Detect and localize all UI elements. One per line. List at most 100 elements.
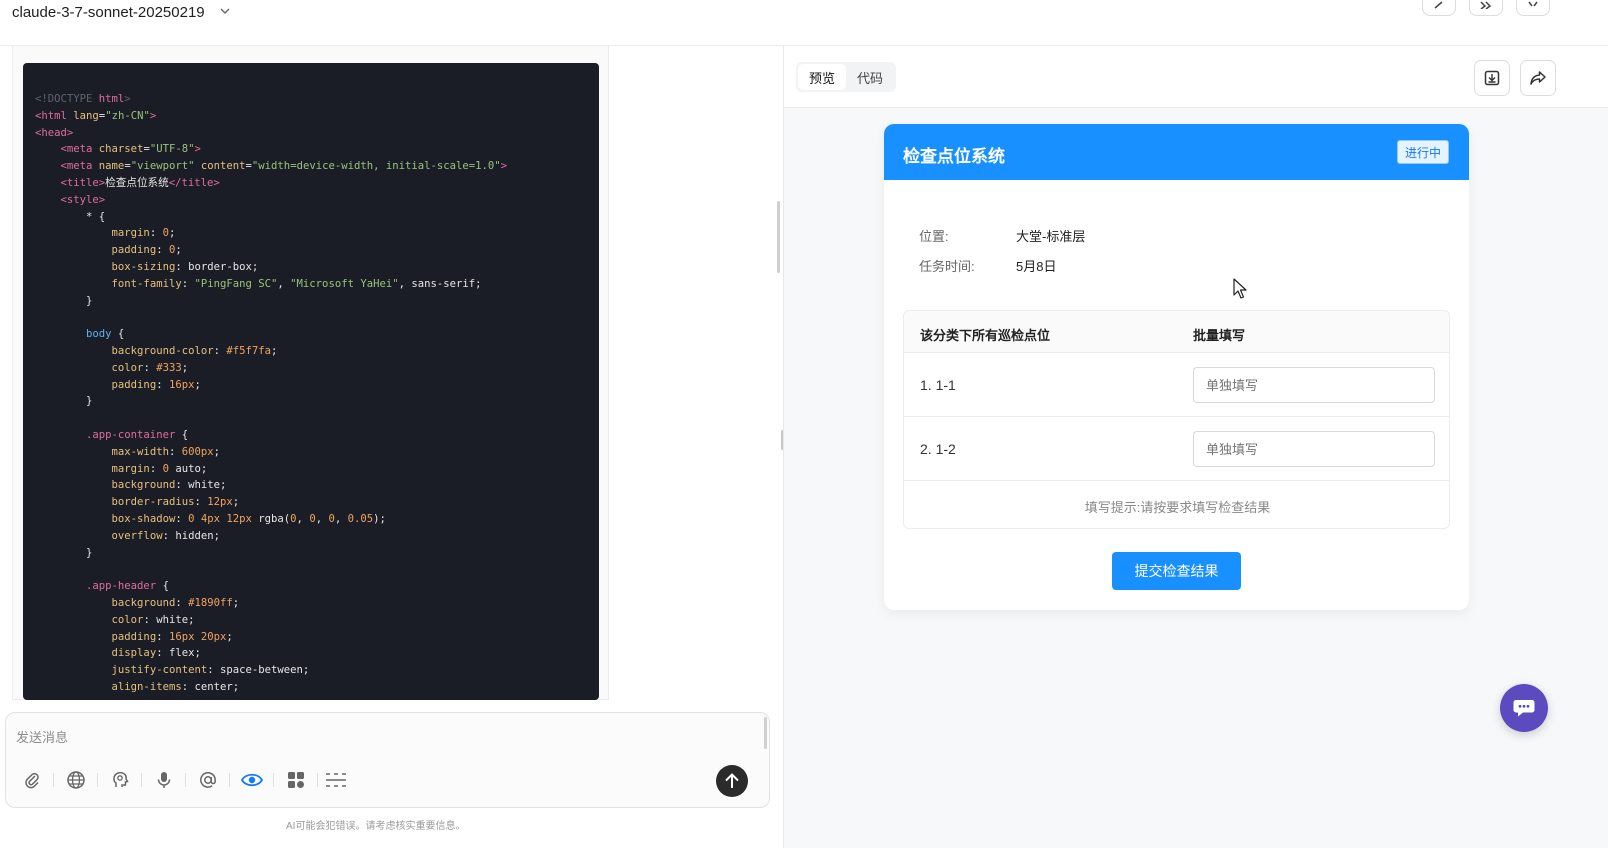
code-line: <html lang="zh-CN"> [35, 109, 157, 122]
code-line: body { [86, 328, 125, 341]
top-bar: claude-3-7-sonnet-20250219 [0, 0, 1608, 46]
chat-assistant-button[interactable] [1500, 684, 1548, 732]
column-header-batch[interactable]: 批量填写 [1193, 325, 1245, 344]
message-container: <!DOCTYPE html> <html lang="zh-CN"> <head>… [12, 46, 609, 700]
preview-pane: 预览 代码 检查点位系统 进行中 位置: 大堂-标准层 任务时间: 5月8日 该… [783, 46, 1608, 848]
code-line: box-sizing: border-box; [111, 260, 259, 273]
preview-toggle-button[interactable] [239, 767, 265, 793]
arrow-up-icon [725, 773, 739, 788]
web-search-button[interactable] [63, 767, 89, 793]
status-badge: 进行中 [1397, 140, 1449, 164]
task-info: 位置: 大堂-标准层 任务时间: 5月8日 [903, 202, 1450, 290]
separator [53, 773, 54, 787]
column-header-points: 该分类下所有巡检点位 [920, 328, 1051, 343]
code-line: background-color: #f5f7fa; [111, 344, 278, 357]
code-line: <meta name="viewport" content="width=dev… [60, 160, 508, 173]
table-row: 1. 1-1 [904, 353, 1449, 417]
share-button[interactable] [1520, 60, 1556, 96]
code-line: } [35, 546, 93, 559]
more-options-button[interactable] [323, 767, 349, 793]
code-line: <title>检查点位系统</title> [60, 176, 220, 189]
input-scrollbar[interactable] [764, 717, 767, 749]
download-button[interactable] [1474, 60, 1510, 96]
code-line: padding: 16px; [111, 378, 201, 391]
collapse-icon [1528, 1, 1538, 7]
dashes-icon [326, 773, 346, 787]
code-line: color: #333; [111, 361, 189, 374]
apps-button[interactable] [283, 767, 309, 793]
separator [141, 773, 142, 787]
code-content: <!DOCTYPE html> <html lang="zh-CN"> <head>… [35, 91, 507, 696]
code-line: font-family: "PingFang SC", "Microsoft Y… [111, 277, 482, 290]
checkpoint-input[interactable] [1193, 367, 1435, 403]
fast-forward-icon [1480, 1, 1492, 9]
separator [229, 773, 230, 787]
app-header: 检查点位系统 进行中 [884, 124, 1469, 180]
collapse-button[interactable] [1516, 0, 1550, 16]
edit-button[interactable] [1422, 0, 1456, 16]
message-input[interactable]: 发送消息 [16, 727, 68, 746]
code-line: align-items: center; [111, 680, 240, 693]
code-line: <head> [35, 126, 74, 139]
code-line: padding: 0; [111, 244, 182, 257]
checkpoint-input[interactable] [1193, 431, 1435, 467]
submit-button[interactable]: 提交检查结果 [1112, 552, 1241, 590]
preview-toolbar: 预览 代码 [784, 46, 1608, 108]
mention-button[interactable] [195, 767, 221, 793]
code-line: border-radius: 12px; [111, 496, 240, 509]
code-line: .app-container { [86, 428, 189, 441]
time-value: 5月8日 [1016, 259, 1057, 274]
model-selector[interactable]: claude-3-7-sonnet-20250219 [12, 4, 205, 21]
separator [185, 773, 186, 787]
checkpoint-table: 该分类下所有巡检点位 批量填写 1. 1-1 2. 1-2 填写提示:请按要求填… [903, 310, 1450, 529]
table-row: 2. 1-2 [904, 417, 1449, 481]
time-row: 任务时间: 5月8日 [919, 256, 1056, 275]
fill-hint: 填写提示:请按要求填写检查结果 [1084, 500, 1271, 515]
separator [317, 773, 318, 787]
code-line: overflow: hidden; [111, 529, 220, 542]
scrollbar[interactable] [777, 201, 780, 273]
location-label: 位置: [919, 229, 949, 244]
mouse-cursor-icon [1233, 278, 1247, 299]
pencil-icon [1434, 1, 1443, 9]
voice-button[interactable] [151, 767, 177, 793]
paperclip-icon [25, 772, 39, 789]
tab-preview[interactable]: 预览 [798, 64, 847, 90]
separator [97, 773, 98, 787]
send-button[interactable] [716, 765, 748, 797]
disclaimer-text: AI可能会犯错误。请考虑核实重要信息。 [286, 821, 466, 832]
preview-canvas: 检查点位系统 进行中 位置: 大堂-标准层 任务时间: 5月8日 该分类下所有巡… [784, 108, 1608, 848]
code-block: <!DOCTYPE html> <html lang="zh-CN"> <head>… [23, 63, 599, 700]
code-line: } [35, 294, 93, 307]
table-header: 该分类下所有巡检点位 批量填写 [904, 311, 1449, 353]
code-line: <meta charset="UTF-8"> [60, 143, 201, 156]
reasoning-button[interactable] [107, 767, 133, 793]
code-line: display: flex; [111, 647, 201, 660]
tab-code[interactable]: 代码 [846, 64, 894, 90]
share-icon [1530, 71, 1546, 85]
view-switcher: 预览 代码 [796, 62, 897, 92]
microphone-icon [157, 772, 171, 788]
code-line: max-width: 600px; [111, 445, 220, 458]
grid-icon [288, 772, 304, 788]
message-composer[interactable]: 发送消息 [5, 712, 770, 808]
code-line: * { [35, 210, 106, 223]
globe-icon [67, 771, 85, 789]
code-line: } [35, 395, 93, 408]
code-line: <!DOCTYPE html> [35, 93, 131, 105]
checkpoint-name: 2. 1-2 [920, 441, 956, 457]
code-line: <style> [60, 193, 106, 206]
code-line: background: #1890ff; [111, 596, 240, 609]
forward-button[interactable] [1469, 0, 1503, 16]
at-sign-icon [200, 772, 216, 788]
code-line: background: white; [111, 479, 227, 492]
attach-button[interactable] [19, 767, 45, 793]
time-label: 任务时间: [919, 259, 975, 274]
app-container: 检查点位系统 进行中 位置: 大堂-标准层 任务时间: 5月8日 该分类下所有巡… [884, 124, 1469, 610]
chevron-down-icon[interactable] [218, 4, 232, 18]
code-line: margin: 0; [111, 227, 176, 240]
location-row: 位置: 大堂-标准层 [919, 226, 1085, 245]
